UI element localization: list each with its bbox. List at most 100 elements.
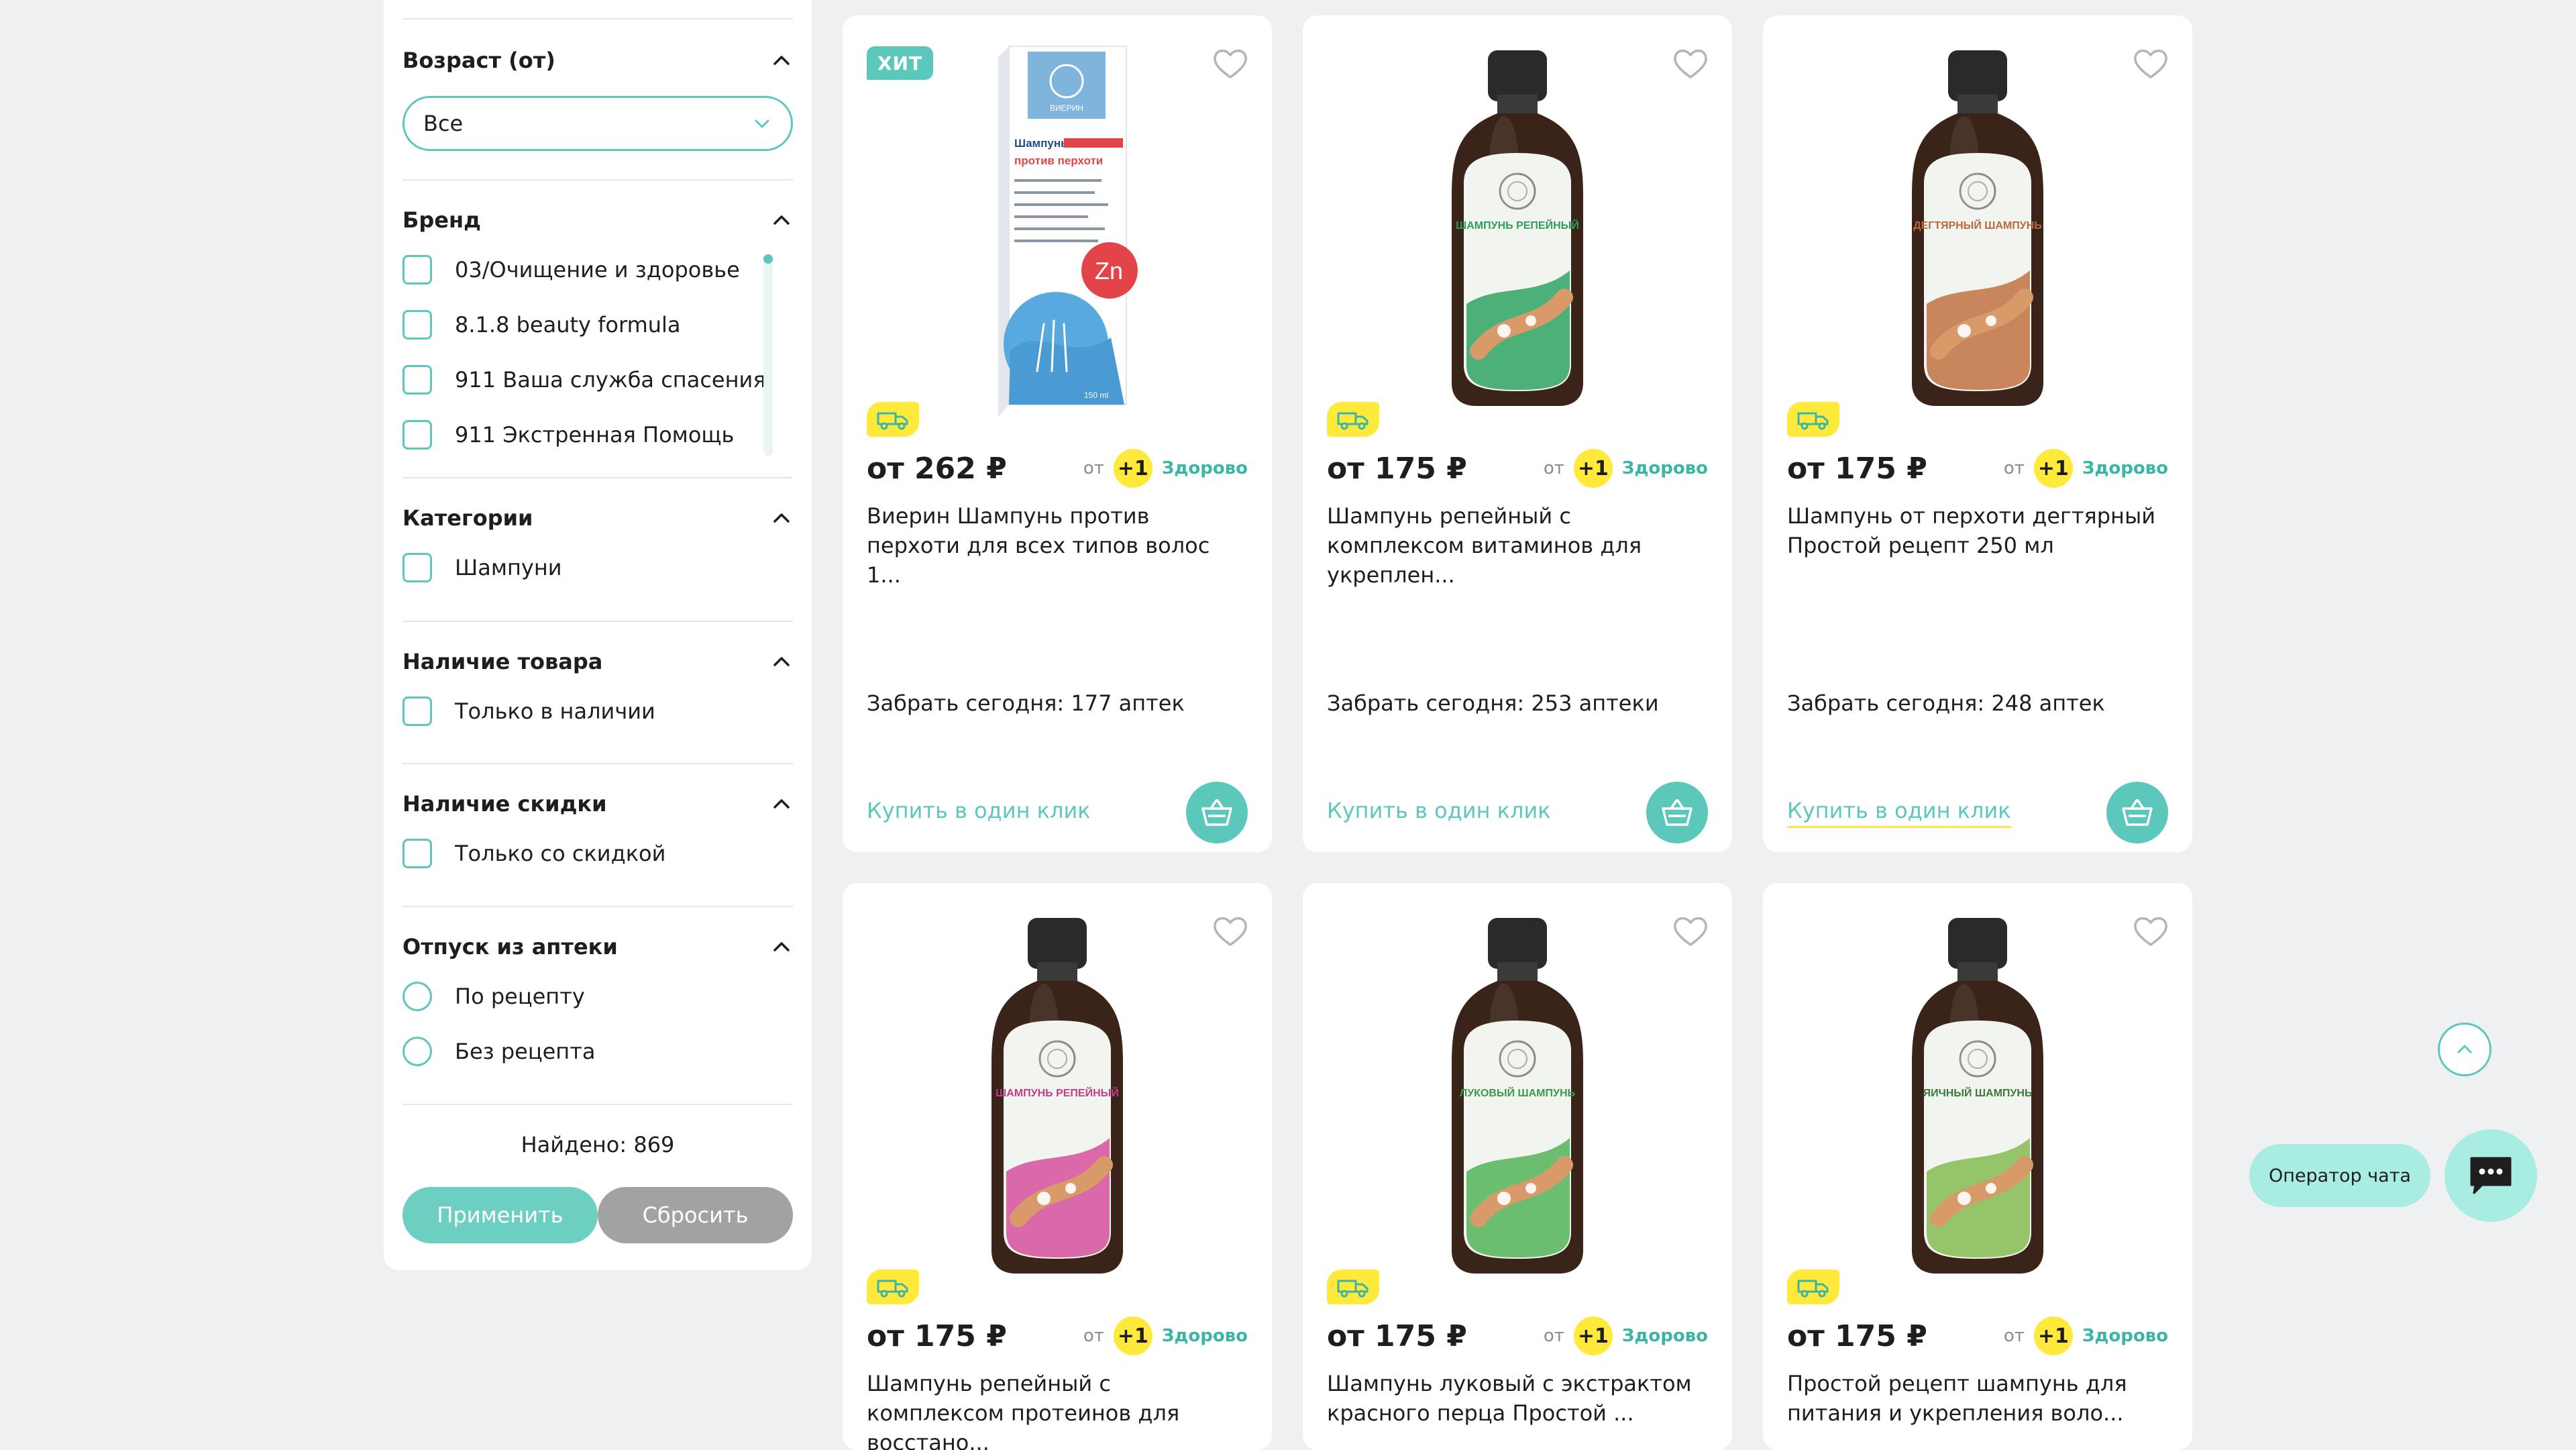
bonus-from: от bbox=[2003, 1326, 2025, 1346]
filter-brand: Бренд 03/Очищение и здоровье 8.1.8 beaut… bbox=[402, 180, 793, 478]
discount-list: Только со скидкой bbox=[402, 826, 793, 881]
brand-option[interactable]: 911 Ваша служба спасения bbox=[402, 352, 766, 407]
truck-icon bbox=[1797, 412, 1829, 430]
checkbox[interactable] bbox=[402, 696, 432, 726]
add-to-cart-button[interactable] bbox=[1646, 782, 1708, 843]
filter-stock-title: Наличие товара bbox=[402, 649, 603, 674]
chat-button[interactable] bbox=[2445, 1129, 2537, 1222]
category-option[interactable]: Шампуни bbox=[402, 540, 793, 595]
product-image[interactable]: ШАМПУНЬ РЕПЕЙНЫЙ bbox=[1303, 15, 1732, 418]
product-card[interactable]: ШАМПУНЬ РЕПЕЙНЫЙ от 175 ₽ от +1 Здорово … bbox=[843, 883, 1272, 1450]
chat-operator-label[interactable]: Оператор чата bbox=[2249, 1144, 2430, 1207]
product-card[interactable]: ДЕГТЯРНЫЙ ШАМПУНЬ от 175 ₽ от +1 Здорово… bbox=[1763, 15, 2192, 852]
chevron-up-icon[interactable] bbox=[770, 209, 793, 231]
product-title[interactable]: Шампунь репейный с комплексом протеинов … bbox=[867, 1369, 1248, 1450]
delivery-badge bbox=[867, 1270, 919, 1304]
bonus-from: от bbox=[1083, 1326, 1104, 1346]
bonus: от +1 Здорово bbox=[1544, 1316, 1708, 1355]
buy-one-click-link[interactable]: Купить в один клик bbox=[1787, 798, 2011, 828]
checkbox[interactable] bbox=[402, 839, 432, 868]
filter-age-title: Возраст (от) bbox=[402, 48, 555, 73]
filter-prescription-header[interactable]: Отпуск из аптеки bbox=[402, 934, 793, 960]
chevron-up-icon[interactable] bbox=[770, 49, 793, 72]
heart-icon[interactable] bbox=[1669, 42, 1712, 85]
product-title[interactable]: Виерин Шампунь против перхоти для всех т… bbox=[867, 501, 1248, 590]
product-image[interactable]: ДЕГТЯРНЫЙ ШАМПУНЬ bbox=[1763, 15, 2192, 418]
heart-icon[interactable] bbox=[1209, 910, 1252, 953]
chevron-up-icon[interactable] bbox=[770, 507, 793, 529]
filter-stock-header[interactable]: Наличие товара bbox=[402, 649, 793, 674]
bonus-brand: Здорово bbox=[1161, 458, 1248, 478]
add-to-cart-button[interactable] bbox=[2106, 782, 2168, 843]
heart-icon[interactable] bbox=[1669, 910, 1712, 953]
filter-discount-header[interactable]: Наличие скидки bbox=[402, 791, 793, 817]
brand-option[interactable]: 03/Очищение и здоровье bbox=[402, 242, 751, 297]
add-to-cart-button[interactable] bbox=[1186, 782, 1248, 843]
heart-icon[interactable] bbox=[1209, 42, 1252, 85]
product-title[interactable]: Шампунь от перхоти дегтярный Простой рец… bbox=[1787, 501, 2168, 560]
product-card[interactable]: ШАМПУНЬ РЕПЕЙНЫЙ от 175 ₽ от +1 Здорово … bbox=[1303, 15, 1732, 852]
checkbox[interactable] bbox=[402, 255, 432, 284]
product-card[interactable]: ЛУКОВЫЙ ШАМПУНЬ от 175 ₽ от +1 Здорово Ш… bbox=[1303, 883, 1732, 1450]
chevron-up-icon[interactable] bbox=[770, 650, 793, 673]
delivery-badge bbox=[1787, 1270, 1839, 1304]
checkbox[interactable] bbox=[402, 420, 432, 450]
category-list: Шампуни bbox=[402, 540, 793, 595]
bonus-from: от bbox=[2003, 458, 2025, 478]
product-image[interactable]: ШАМПУНЬ РЕПЕЙНЫЙ bbox=[843, 883, 1272, 1286]
prescription-option[interactable]: Без рецепта bbox=[402, 1024, 793, 1079]
product-card[interactable]: ЯИЧНЫЙ ШАМПУНЬ от 175 ₽ от +1 Здорово Пр… bbox=[1763, 883, 2192, 1450]
filter-category-header[interactable]: Категории bbox=[402, 505, 793, 531]
bonus: от +1 Здорово bbox=[1083, 1316, 1248, 1355]
age-select[interactable]: Все bbox=[402, 96, 793, 151]
chevron-up-icon[interactable] bbox=[770, 935, 793, 958]
bottle-label-line1: ЯИЧНЫЙ ШАМПУНЬ bbox=[1923, 1086, 2033, 1099]
buy-one-click-link[interactable]: Купить в один клик bbox=[1327, 798, 1551, 826]
checkbox[interactable] bbox=[402, 553, 432, 582]
price-row: от 262 ₽ от +1 Здорово bbox=[867, 445, 1248, 492]
product-title[interactable]: Шампунь репейный с комплексом витаминов … bbox=[1327, 501, 1708, 590]
delivery-badge bbox=[1787, 402, 1839, 437]
basket-icon bbox=[1201, 799, 1232, 826]
filter-discount-title: Наличие скидки bbox=[402, 791, 607, 817]
buy-one-click-link[interactable]: Купить в один клик bbox=[867, 798, 1091, 826]
checkbox[interactable] bbox=[402, 365, 432, 395]
box-volume: 150 ml bbox=[1084, 391, 1108, 400]
reset-button[interactable]: Сбросить bbox=[598, 1187, 793, 1243]
truck-icon bbox=[1337, 1280, 1368, 1298]
product-image[interactable]: ЛУКОВЫЙ ШАМПУНЬ bbox=[1303, 883, 1732, 1286]
product-card[interactable]: ВИЕРИН Шампунь против перхоти Zn 150 ml … bbox=[843, 15, 1272, 852]
product-image[interactable]: ЯИЧНЫЙ ШАМПУНЬ bbox=[1763, 883, 2192, 1286]
scrollbar-thumb[interactable] bbox=[763, 254, 773, 264]
chevron-up-icon[interactable] bbox=[770, 792, 793, 815]
prescription-option[interactable]: По рецепту bbox=[402, 969, 793, 1024]
price: от 175 ₽ bbox=[1787, 1318, 1927, 1353]
radio[interactable] bbox=[402, 982, 432, 1011]
checkbox[interactable] bbox=[402, 310, 432, 340]
brand-option[interactable]: 8.1.8 beauty formula bbox=[402, 297, 751, 352]
discount-option[interactable]: Только со скидкой bbox=[402, 826, 793, 881]
stock-option[interactable]: Только в наличии bbox=[402, 684, 793, 739]
filter-brand-header[interactable]: Бренд bbox=[402, 207, 793, 233]
chevron-down-icon bbox=[755, 119, 769, 128]
filter-age: Возраст (от) Все bbox=[402, 19, 793, 180]
filter-category-title: Категории bbox=[402, 505, 533, 531]
product-title[interactable]: Простой рецепт шампунь для питания и укр… bbox=[1787, 1369, 2168, 1428]
brand-option[interactable]: 911 Экстренная Помощь bbox=[402, 407, 751, 462]
bonus-from: от bbox=[1543, 458, 1564, 478]
heart-icon[interactable] bbox=[2129, 42, 2172, 85]
bonus-brand: Здорово bbox=[1161, 1326, 1248, 1346]
brand-scrollbar[interactable] bbox=[763, 254, 773, 456]
bonus-value: +1 bbox=[1573, 1316, 1613, 1355]
bottle-label-line1: ШАМПУНЬ РЕПЕЙНЫЙ bbox=[996, 1086, 1119, 1099]
bonus-from: от bbox=[1083, 458, 1104, 478]
radio[interactable] bbox=[402, 1037, 432, 1066]
price: от 175 ₽ bbox=[1327, 451, 1467, 486]
apply-button[interactable]: Применить bbox=[402, 1187, 598, 1243]
filter-actions: Применить Сбросить bbox=[402, 1187, 793, 1243]
scroll-to-top-button[interactable] bbox=[2438, 1023, 2491, 1076]
heart-icon[interactable] bbox=[2129, 910, 2172, 953]
filter-age-header[interactable]: Возраст (от) bbox=[402, 48, 793, 73]
category-option-label: Шампуни bbox=[455, 555, 562, 580]
product-title[interactable]: Шампунь луковый с экстрактом красного пе… bbox=[1327, 1369, 1708, 1428]
